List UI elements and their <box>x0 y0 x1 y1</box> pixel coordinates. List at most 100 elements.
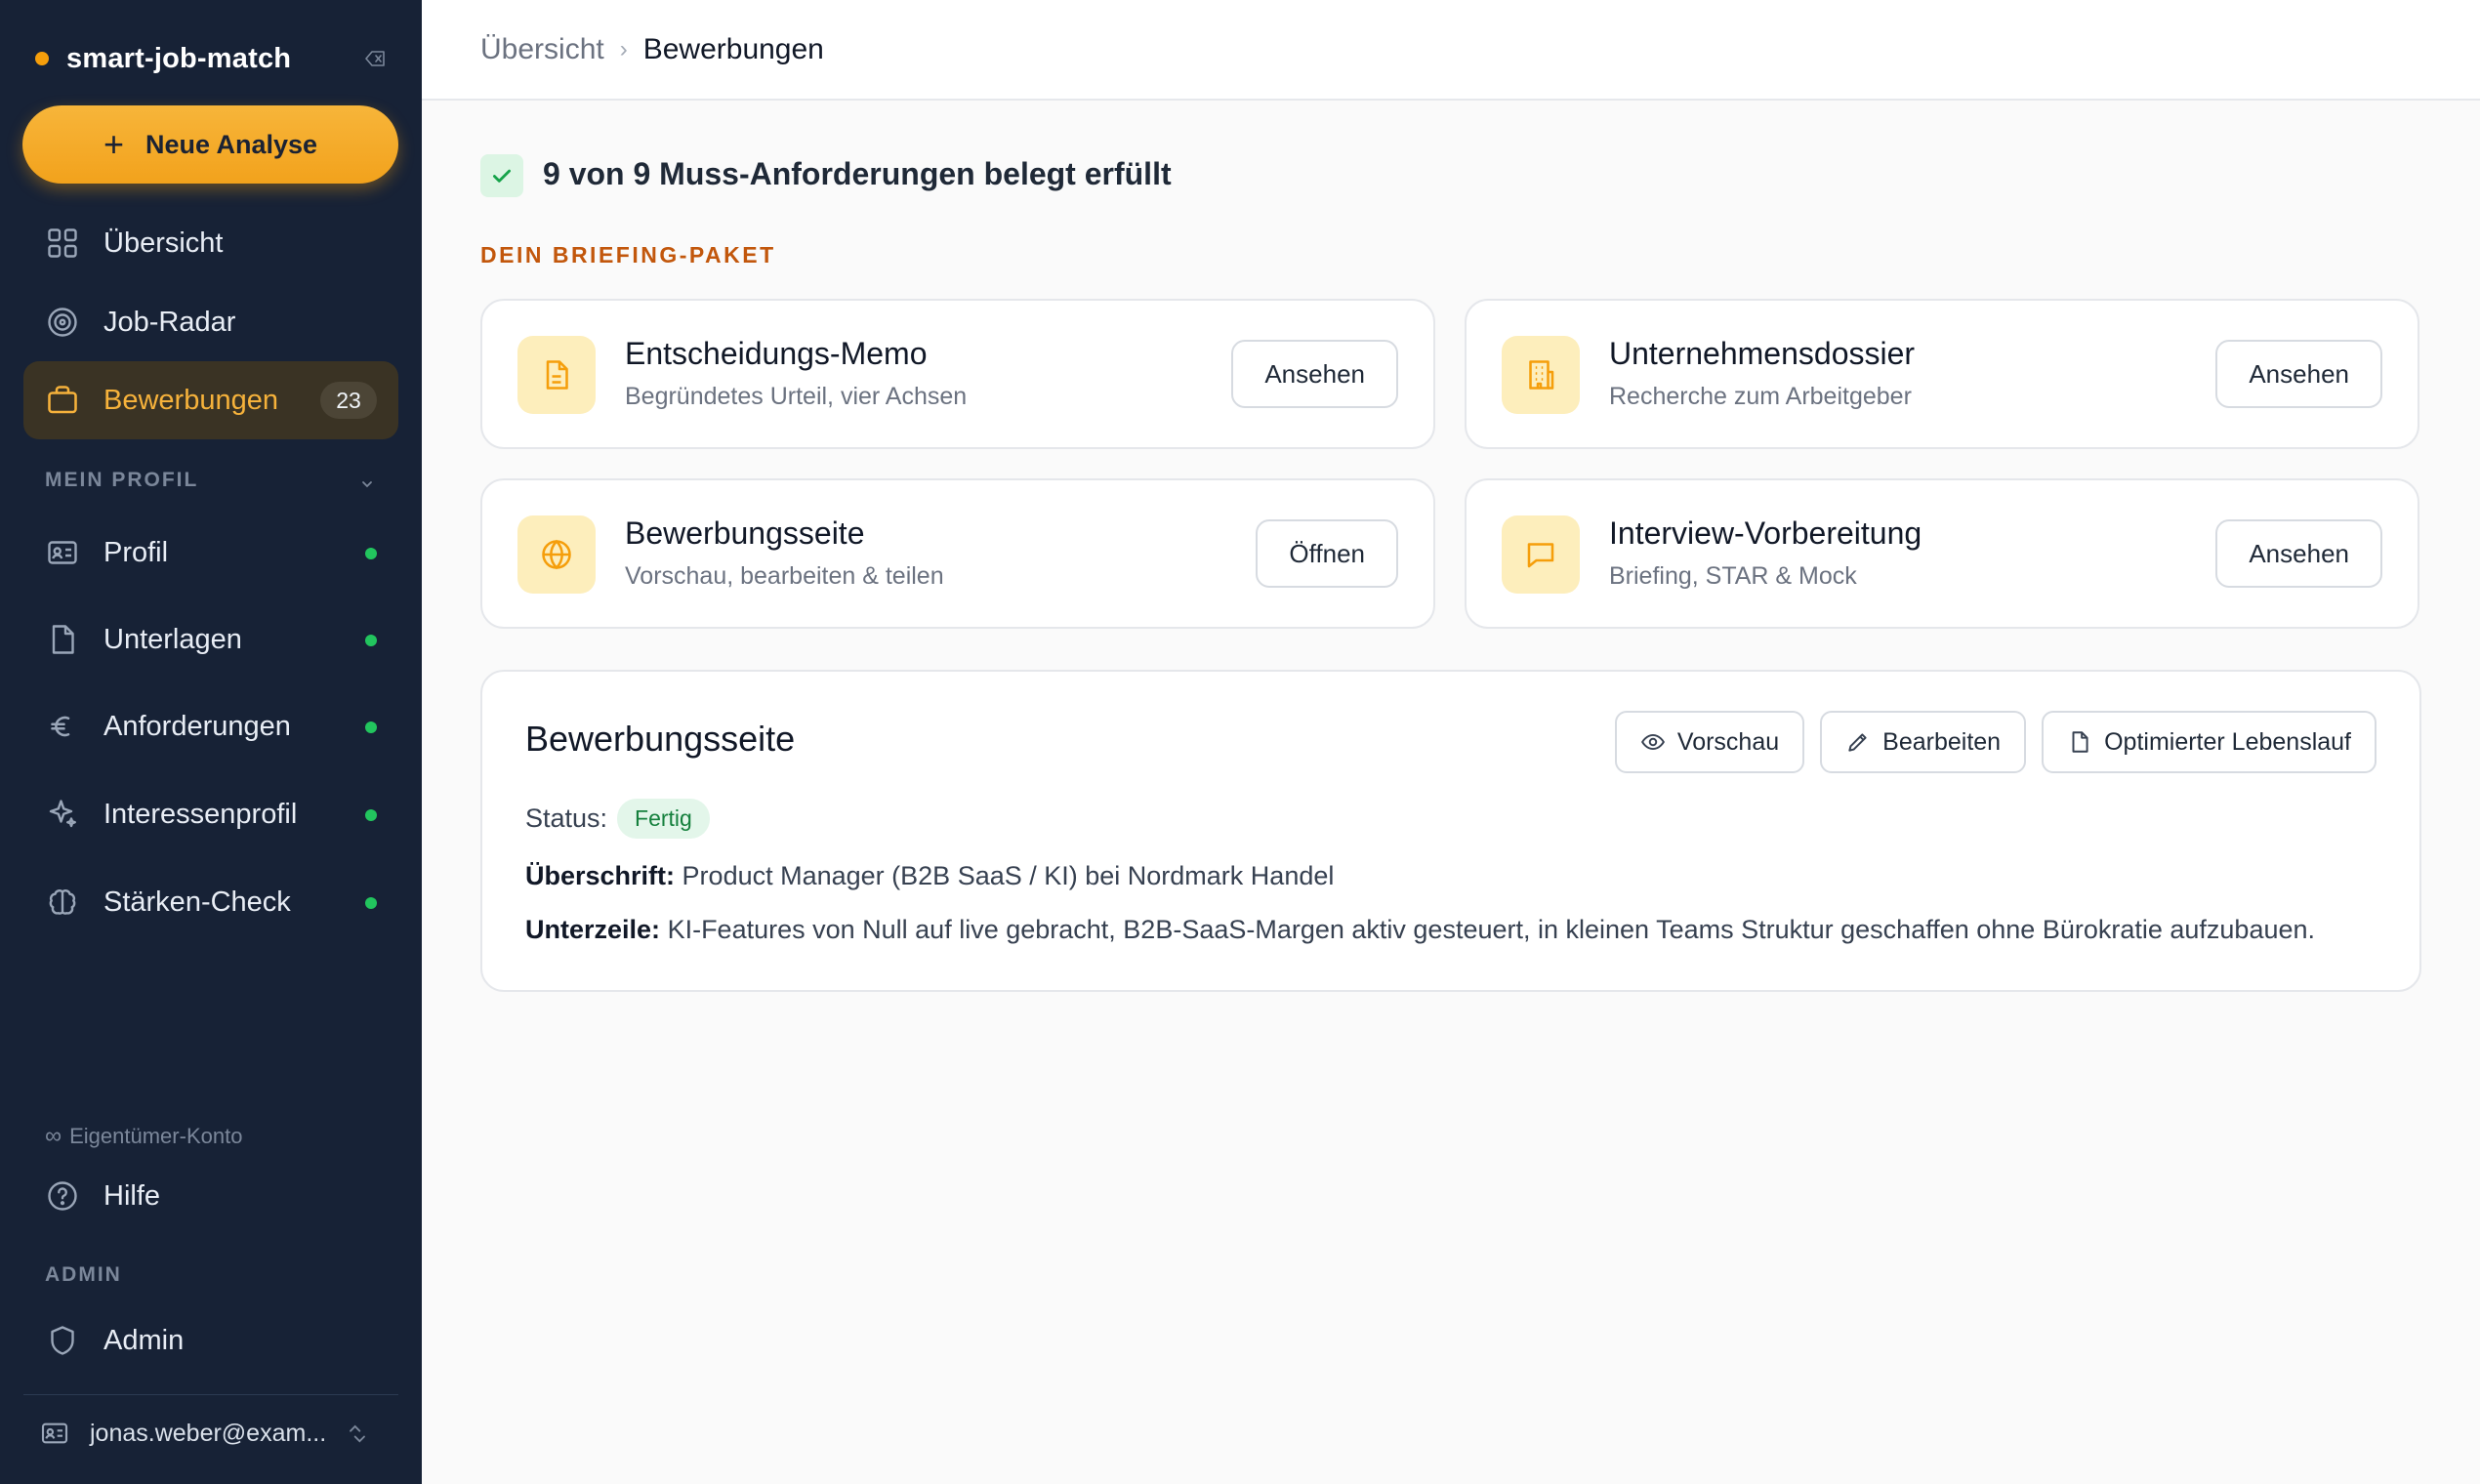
chat-icon <box>1502 515 1580 594</box>
plus-icon: + <box>103 124 124 164</box>
preview-button[interactable]: Vorschau <box>1614 711 1805 773</box>
sidebar: smart-job-match + Neue Analyse Übersicht… <box>0 0 422 1484</box>
optimized-cv-button[interactable]: Optimierter Lebenslauf <box>2042 711 2377 773</box>
nav-item-interessenprofil[interactable]: Interessenprofil <box>23 775 398 853</box>
card-subtitle: Begründetes Urteil, vier Achsen <box>625 383 968 410</box>
pencil-icon <box>1848 733 1867 752</box>
requirements-summary: 9 von 9 Muss-Anforderungen belegt erfüll… <box>543 156 1172 191</box>
user-card-icon <box>41 1422 68 1444</box>
applications-count-badge: 23 <box>320 382 377 419</box>
preview-label: Vorschau <box>1676 727 1780 756</box>
user-email: jonas.weber@exam... <box>90 1419 327 1447</box>
nav-label: Anforderungen <box>103 710 291 742</box>
headline-line: Überschrift: Product Manager (B2B SaaS /… <box>525 861 1334 891</box>
optimized-cv-label: Optimierter Lebenslauf <box>2104 727 2351 756</box>
chevron-down-icon[interactable] <box>357 474 377 494</box>
subline-line: Unterzeile: KI-Features von Null auf liv… <box>525 915 2315 945</box>
nav-label: Job-Radar <box>103 306 236 338</box>
status-row: Status: Fertig <box>525 799 710 839</box>
nav-label: Bewerbungen <box>103 384 278 416</box>
euro-icon <box>51 716 70 737</box>
application-page-panel: Bewerbungsseite Vorschau Bearbeiten Opti… <box>480 670 2421 992</box>
brand: smart-job-match <box>35 39 387 78</box>
edit-button[interactable]: Bearbeiten <box>1820 711 2027 773</box>
nav-label: Interessenprofil <box>103 798 298 830</box>
nav-item-bewerbungen[interactable]: Bewerbungen 23 <box>23 361 398 439</box>
panel-actions: Vorschau Bearbeiten Optimierter Lebensla… <box>1614 711 2377 773</box>
card-subtitle: Vorschau, bearbeiten & teilen <box>625 562 944 590</box>
breadcrumb-current: Bewerbungen <box>642 32 824 65</box>
subline-label: Unterzeile: <box>525 915 661 944</box>
file-icon <box>2072 731 2088 753</box>
sparkle-icon <box>49 800 76 828</box>
status-dot <box>365 548 377 559</box>
card-interview-prep: Interview-Vorbereitung Briefing, STAR & … <box>1465 478 2419 629</box>
headline-value: Product Manager (B2B SaaS / KI) bei Nord… <box>682 861 1335 890</box>
brand-dot <box>35 52 49 65</box>
status-dot <box>365 809 377 821</box>
nav-label: Übersicht <box>103 227 224 259</box>
eye-icon <box>1640 733 1665 751</box>
card-title: Entscheidungs-Memo <box>625 336 928 371</box>
file-icon <box>52 625 74 654</box>
card-subtitle: Recherche zum Arbeitgeber <box>1609 383 1912 410</box>
nav-item-profil[interactable]: Profil <box>23 514 398 592</box>
card-decision-memo: Entscheidungs-Memo Begründetes Urteil, v… <box>480 299 1435 449</box>
nav-label: Unterlagen <box>103 623 242 655</box>
breadcrumb-root[interactable]: Übersicht <box>480 33 604 66</box>
shield-icon <box>51 1326 74 1355</box>
new-analysis-label: Neue Analyse <box>145 129 318 159</box>
infinity-icon: ∞ <box>45 1123 62 1149</box>
help-icon <box>48 1181 77 1211</box>
nav-label: Hilfe <box>103 1179 161 1212</box>
chevron-up-down-icon <box>350 1424 365 1443</box>
breadcrumb-separator: › <box>619 35 628 62</box>
nav-item-hilfe[interactable]: Hilfe <box>23 1157 398 1235</box>
nav-label: Profil <box>103 536 169 568</box>
status-label: Status: <box>525 804 608 833</box>
nav-item-job-radar[interactable]: Job-Radar <box>23 283 398 361</box>
section-label-admin: ADMIN <box>45 1263 122 1286</box>
nav-item-admin[interactable]: Admin <box>23 1301 398 1380</box>
card-application-page: Bewerbungsseite Vorschau, bearbeiten & t… <box>480 478 1435 629</box>
new-analysis-button[interactable]: + Neue Analyse <box>22 105 398 184</box>
headline-label: Überschrift: <box>525 861 676 890</box>
nav-item-uebersicht[interactable]: Übersicht <box>23 204 398 282</box>
view-memo-button[interactable]: Ansehen <box>1231 340 1398 408</box>
nav-item-staerken-check[interactable]: Stärken-Check <box>23 863 398 941</box>
section-label-profile: MEIN PROFIL <box>45 469 199 491</box>
card-title: Bewerbungsseite <box>625 515 865 551</box>
status-dot <box>365 635 377 646</box>
nav-item-anforderungen[interactable]: Anforderungen <box>23 687 398 765</box>
building-icon <box>1502 336 1580 414</box>
card-company-dossier: Unternehmensdossier Recherche zum Arbeit… <box>1465 299 2419 449</box>
requirements-check <box>480 154 523 197</box>
radar-icon <box>48 308 77 337</box>
card-subtitle: Briefing, STAR & Mock <box>1609 562 1857 590</box>
nav-label: Stärken-Check <box>103 886 291 918</box>
subline-value: KI-Features von Null auf live gebracht, … <box>667 915 2316 944</box>
briefing-section-label: DEIN BRIEFING-PAKET <box>480 242 776 268</box>
nav-label: Admin <box>103 1324 185 1356</box>
view-dossier-button[interactable]: Ansehen <box>2215 340 2382 408</box>
card-title: Unternehmensdossier <box>1609 336 1916 371</box>
sidebar-divider <box>23 1394 398 1395</box>
status-dot <box>365 721 377 733</box>
nav-item-unterlagen[interactable]: Unterlagen <box>23 600 398 679</box>
id-card-icon <box>48 541 77 564</box>
card-title: Interview-Vorbereitung <box>1609 515 1922 551</box>
user-menu[interactable]: jonas.weber@exam... <box>39 1414 391 1453</box>
owner-account-label: Eigentümer-Konto <box>69 1124 243 1148</box>
view-interview-prep-button[interactable]: Ansehen <box>2215 519 2382 588</box>
globe-icon <box>517 515 596 594</box>
breadcrumb: Übersicht › Bewerbungen <box>422 0 2480 101</box>
owner-account: ∞ Eigentümer-Konto <box>45 1123 242 1150</box>
open-application-page-button[interactable]: Öffnen <box>1256 519 1398 588</box>
brain-icon <box>49 889 76 915</box>
check-icon <box>493 169 511 183</box>
panel-title: Bewerbungsseite <box>525 719 796 759</box>
document-icon <box>517 336 596 414</box>
status-badge: Fertig <box>617 799 710 839</box>
collapse-sidebar-icon[interactable] <box>363 47 387 70</box>
edit-label: Bearbeiten <box>1882 727 2002 756</box>
